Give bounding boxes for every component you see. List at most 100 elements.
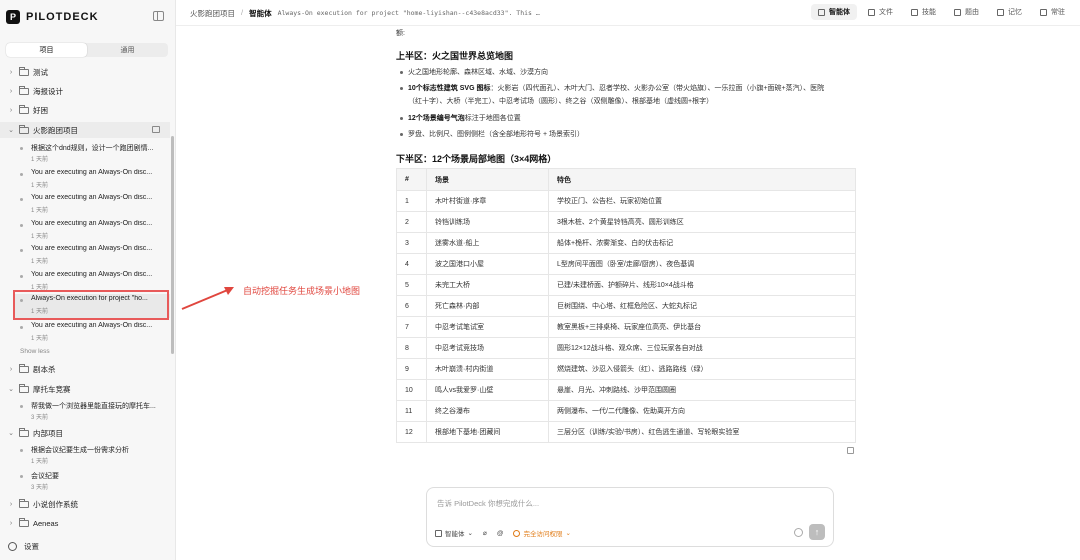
scene-name: 铃铛训练场 [426, 211, 549, 233]
conversation-item[interactable]: 根据这个dnd规则，设计一个跑团剧情... 1 天前 [14, 142, 170, 166]
folder-label: 摩托车竞赛 [33, 384, 71, 394]
scene-number: 4 [396, 253, 427, 275]
folder-script[interactable]: › 剧本杀 [0, 361, 170, 377]
composer-toolbar: 智能体 ⌄ ⌀ @ 完全访问权限 ⌄ [435, 528, 571, 538]
folder-moto[interactable]: ⌄ 摩托车竞赛 [0, 381, 170, 397]
conversation-time: 3 天前 [31, 485, 49, 491]
scene-number: 7 [396, 316, 427, 338]
tab-label: 技能 [922, 9, 936, 16]
folder-aeneas[interactable]: › Aeneas [0, 515, 170, 531]
conversation-time: 1 天前 [31, 459, 49, 465]
tab-files[interactable]: 文件 [861, 4, 900, 20]
conversation-item[interactable]: 帮我做一个浏览器里能直接玩的摩托车... 3 天前 [14, 400, 170, 424]
scene-feature: 3根木桩、2个黄星铃铛高亮、圆形训练区 [548, 211, 856, 233]
scene-feature: 学校正门、公告栏、玩家初始位置 [548, 190, 856, 212]
conversation-title: 根据这个dnd规则，设计一个跑团剧情... [31, 145, 154, 152]
permission-label: 完全访问权限 [523, 531, 563, 538]
scene-number: 8 [396, 337, 427, 359]
gear-icon [8, 542, 17, 551]
tab-resident[interactable]: 常驻 [1033, 4, 1072, 20]
list-item: 12个场景编号气泡标注于地图各位置 [400, 112, 838, 125]
bullet-icon [20, 249, 23, 252]
mode-select[interactable]: 智能体 ⌄ [435, 528, 473, 538]
chevron-down-icon: ⌄ [8, 386, 14, 393]
content-text: 额: [396, 30, 405, 37]
tab-memory[interactable]: 记忆 [990, 4, 1029, 20]
table-row: 5 未完工大桥 已建/未建桥面、护额碎片、线形10×4战斗格 [396, 274, 856, 296]
conversation-item[interactable]: 根据会议纪要生成一份需求分析 1 天前 [14, 444, 170, 468]
scene-name: 迷雾水道·船上 [426, 232, 549, 254]
scene-name: 中忍考试竞技场 [426, 337, 549, 359]
segment-general[interactable]: 通用 [87, 43, 168, 57]
table-row: 8 中忍考试竞技场 圆形12×12战斗格、观众席、三位玩家各自对战 [396, 337, 856, 359]
send-button[interactable]: ↑ [809, 524, 825, 540]
show-less-link[interactable]: Show less [20, 348, 50, 355]
conversation-item[interactable]: You are executing an Always-On disc... 1… [14, 321, 170, 345]
copy-icon[interactable] [847, 447, 854, 454]
scene-feature: 巨树围绕、中心塔、红框危险区、大蛇丸标记 [548, 295, 856, 317]
folder-good[interactable]: › 好困 [0, 102, 170, 118]
composer: 告诉 PilotDeck 你想完成什么... 智能体 ⌄ ⌀ @ 完全访问权限 ⌄ … [426, 487, 834, 547]
conversation-item[interactable]: You are executing an Always-On disc... 1… [14, 244, 170, 268]
tab-agent[interactable]: 智能体 [811, 4, 857, 20]
highlight-box [13, 290, 169, 320]
permission-icon [513, 529, 521, 537]
table-header: 场景 [426, 168, 549, 191]
conversation-item[interactable]: You are executing an Always-On disc... 1… [14, 193, 170, 217]
logo-text: PILOTDECK [26, 11, 99, 23]
conversation-time: 1 天前 [31, 259, 49, 265]
folder-icon [19, 383, 29, 393]
scene-number: 9 [396, 358, 427, 380]
top-bar: 火影跑团项目 / 智能体 Always-On execution for pro… [176, 0, 1080, 26]
folder-icon [19, 517, 29, 527]
sidebar: P PILOTDECK 项目 通用 › 测试 › 海报设计 › 好困 ⌄ 火影跑… [0, 0, 176, 560]
folder-poster[interactable]: › 海报设计 [0, 83, 170, 99]
conversation-item[interactable]: You are executing an Always-On disc... 1… [14, 219, 170, 243]
route-icon [954, 8, 961, 16]
scene-feature: 两侧瀑布、一代/二代雕像、佐助离开方向 [548, 400, 856, 422]
scene-feature: 圆形12×12战斗格、观众席、三位玩家各自对战 [548, 337, 856, 359]
bullet-icon [20, 405, 23, 408]
agent-icon [435, 529, 442, 537]
conversation-title: You are executing an Always-On disc... [31, 245, 153, 252]
conversation-item[interactable]: 会议纪要 3 天前 [14, 470, 170, 494]
scene-feature: 已建/未建桥面、护额碎片、线形10×4战斗格 [548, 274, 856, 296]
tab-label: 常驻 [1051, 9, 1065, 16]
file-icon [868, 8, 875, 16]
table-row: 12 根部地下基地·团藏间 三层分区（训练/实验/书房）、红色逃生通道、写轮眼实验室 [396, 421, 856, 443]
chevron-right-icon: › [9, 365, 13, 373]
bullet-icon [20, 147, 23, 150]
annotation-arrow-icon [181, 287, 234, 310]
mention-icon[interactable]: @ [497, 530, 504, 537]
scene-name: 木叶村街道·序章 [426, 190, 549, 212]
folder-huoying[interactable]: ⌄ 火影跑团项目 [0, 122, 170, 138]
conversation-item[interactable]: You are executing an Always-On disc... 1… [14, 168, 170, 192]
bullet-icon [20, 173, 23, 176]
sidebar-scrollbar[interactable] [171, 136, 174, 354]
scene-feature: 悬崖、月光、冲刺路线、沙甲范围圆圈 [548, 379, 856, 401]
tab-skills[interactable]: 技能 [904, 4, 943, 20]
breadcrumb-project[interactable]: 火影跑团项目 [190, 8, 235, 19]
folder-novel[interactable]: › 小说创作系统 [0, 496, 170, 512]
bullet-icon [20, 224, 23, 227]
voice-icon[interactable] [794, 528, 803, 537]
tab-label: 题由 [965, 9, 979, 16]
bullet-icon [20, 275, 23, 278]
tab-routes[interactable]: 题由 [947, 4, 986, 20]
attach-icon[interactable]: ⌀ [483, 529, 487, 537]
folder-icon [19, 104, 29, 114]
folder-label: 海报设计 [33, 86, 63, 96]
new-chat-icon[interactable] [152, 126, 160, 133]
scene-name: 死亡森林·内部 [426, 295, 549, 317]
annotation-text: 自动挖掘任务生成场景小地图 [243, 286, 361, 296]
table-header: 特色 [548, 168, 856, 191]
gear-icon [1040, 8, 1047, 16]
collapse-sidebar-icon[interactable] [153, 11, 164, 21]
folder-test[interactable]: › 测试 [0, 64, 170, 80]
permission-select[interactable]: 完全访问权限 ⌄ [513, 528, 571, 538]
folder-internal[interactable]: ⌄ 内部项目 [0, 425, 170, 441]
segment-projects[interactable]: 项目 [6, 43, 87, 57]
scene-feature: 三层分区（训练/实验/书房）、红色逃生通道、写轮眼实验室 [548, 421, 856, 443]
settings-button[interactable]: 设置 [8, 541, 39, 552]
message-input[interactable]: 告诉 PilotDeck 你想完成什么... [437, 498, 539, 509]
